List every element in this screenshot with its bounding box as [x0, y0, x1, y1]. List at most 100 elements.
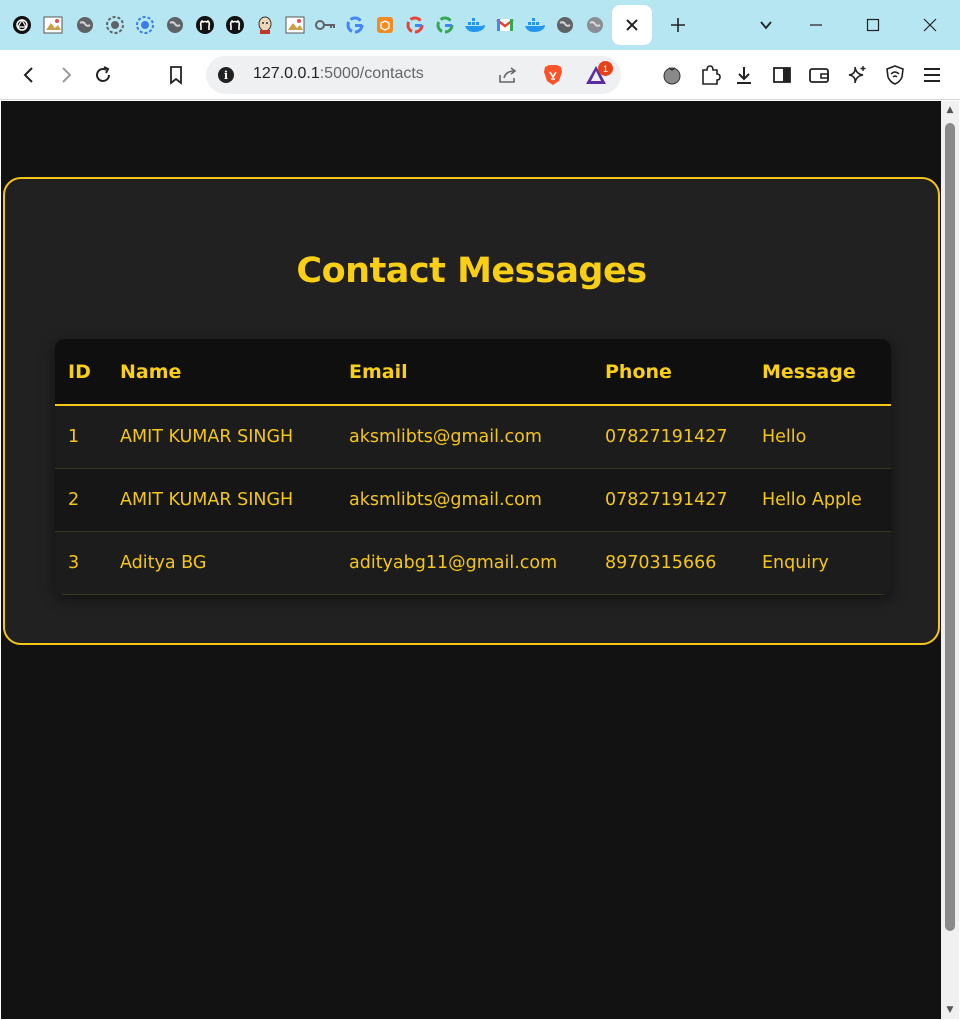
scroll-thumb[interactable] — [945, 123, 955, 931]
brave-shields-button[interactable] — [541, 63, 565, 91]
scroll-down-arrow-icon[interactable]: ▼ — [941, 1003, 959, 1017]
tab-search-button[interactable] — [753, 12, 779, 38]
plus-icon — [671, 18, 685, 32]
sidebar-button[interactable] — [769, 62, 795, 88]
back-button[interactable] — [16, 62, 42, 88]
docker-icon — [465, 18, 485, 32]
cell-phone: 8970315666 — [605, 552, 717, 573]
address-bar[interactable]: i 127.0.0.1:5000/contacts 1 — [206, 56, 621, 94]
window-close-button[interactable] — [917, 12, 943, 38]
menu-button[interactable] — [919, 62, 945, 88]
close-icon — [923, 18, 937, 32]
google-icon — [436, 16, 454, 34]
cell-id: 2 — [68, 489, 80, 510]
tab-google-2[interactable] — [404, 14, 426, 36]
tab-image-2[interactable] — [284, 14, 306, 36]
tab-docker-2[interactable] — [524, 14, 546, 36]
cell-email: adityabg11@gmail.com — [349, 552, 558, 573]
cell-message: Hello Apple — [762, 489, 862, 510]
maximize-button[interactable] — [860, 12, 886, 38]
forward-button[interactable] — [53, 62, 79, 88]
settings-globe-icon — [106, 16, 124, 34]
tomato-icon — [663, 67, 681, 85]
tab-globe-1[interactable] — [74, 14, 96, 36]
image-icon — [43, 16, 63, 34]
table-row: 2 AMIT KUMAR SINGH aksmlibts@gmail.com 0… — [55, 468, 891, 531]
minimize-icon — [810, 24, 822, 26]
github-icon — [196, 16, 214, 34]
cell-phone: 07827191427 — [605, 489, 728, 510]
tab-openai[interactable] — [11, 14, 33, 36]
blue-gear-icon — [136, 16, 154, 34]
tab-blue-gear[interactable] — [134, 14, 156, 36]
page-viewport: Contact Messages ID Name Email Phone Mes… — [1, 101, 941, 1019]
tab-github-2[interactable] — [224, 14, 246, 36]
scroll-up-arrow-icon[interactable]: ▲ — [941, 103, 959, 117]
browser-toolbar: i 127.0.0.1:5000/contacts 1 — [0, 50, 960, 100]
header-email: Email — [349, 360, 408, 383]
tab-github-1[interactable] — [194, 14, 216, 36]
header-phone: Phone — [605, 360, 672, 383]
box-icon — [377, 17, 393, 33]
tab-box[interactable] — [374, 14, 396, 36]
image-icon — [285, 16, 305, 34]
site-info-icon[interactable]: i — [218, 67, 234, 83]
reload-icon — [96, 66, 110, 82]
reload-button[interactable] — [90, 62, 116, 88]
bookmark-button[interactable] — [163, 62, 189, 88]
contacts-table-container: ID Name Email Phone Message 1 AMIT KUMAR… — [55, 339, 891, 595]
tab-docker-1[interactable] — [464, 14, 486, 36]
cell-name: Aditya BG — [120, 552, 207, 573]
tab-globe-3[interactable] — [554, 14, 576, 36]
url-path: :5000/contacts — [319, 65, 424, 82]
tab-globe-4[interactable] — [584, 14, 606, 36]
key-icon — [315, 20, 335, 30]
tab-gmail[interactable] — [494, 14, 516, 36]
minimize-button[interactable] — [803, 12, 829, 38]
new-tab-button[interactable] — [665, 12, 691, 38]
puzzle-icon — [702, 65, 721, 85]
tab-key[interactable] — [314, 14, 336, 36]
github-icon — [226, 16, 244, 34]
share-icon — [499, 67, 517, 83]
cell-name: AMIT KUMAR SINGH — [120, 489, 294, 510]
brave-rewards-button[interactable]: 1 — [584, 61, 613, 87]
shield-icon — [886, 65, 904, 85]
vpn-button[interactable] — [882, 62, 908, 88]
gmail-icon — [496, 19, 514, 31]
cell-email: aksmlibts@gmail.com — [349, 489, 542, 510]
tab-globe-settings[interactable] — [104, 14, 126, 36]
tab-google-1[interactable] — [344, 14, 366, 36]
hamburger-menu-icon — [924, 68, 940, 82]
extensions-button[interactable] — [697, 62, 723, 88]
cell-name: AMIT KUMAR SINGH — [120, 426, 294, 447]
wallet-button[interactable] — [806, 62, 832, 88]
back-arrow-icon — [23, 67, 33, 83]
tab-google-3[interactable] — [434, 14, 456, 36]
globe-icon — [557, 17, 573, 33]
share-button[interactable] — [497, 65, 519, 89]
close-icon[interactable] — [625, 18, 639, 32]
download-icon — [737, 67, 751, 84]
active-tab[interactable] — [612, 5, 652, 45]
wallet-icon — [809, 68, 829, 83]
bookmark-icon — [170, 66, 182, 85]
downloads-button[interactable] — [731, 62, 757, 88]
tab-jenkins[interactable] — [254, 14, 276, 36]
tab-image-1[interactable] — [42, 14, 64, 36]
rewards-badge: 1 — [598, 61, 613, 76]
url-text[interactable]: 127.0.0.1:5000/contacts — [253, 65, 424, 83]
header-id: ID — [68, 360, 91, 383]
vertical-scrollbar[interactable]: ▲ ▼ — [941, 101, 959, 1019]
docker-icon — [525, 18, 545, 32]
chevron-down-icon — [760, 21, 772, 30]
tab-globe-2[interactable] — [164, 14, 186, 36]
cell-id: 1 — [68, 426, 80, 447]
contacts-table: ID Name Email Phone Message 1 AMIT KUMAR… — [55, 339, 891, 595]
openai-icon — [13, 16, 31, 34]
globe-icon — [167, 17, 183, 33]
tab-strip — [0, 0, 960, 50]
leo-ai-button[interactable] — [844, 62, 870, 88]
google-icon — [346, 16, 364, 34]
extension-tomato-button[interactable] — [659, 62, 685, 88]
